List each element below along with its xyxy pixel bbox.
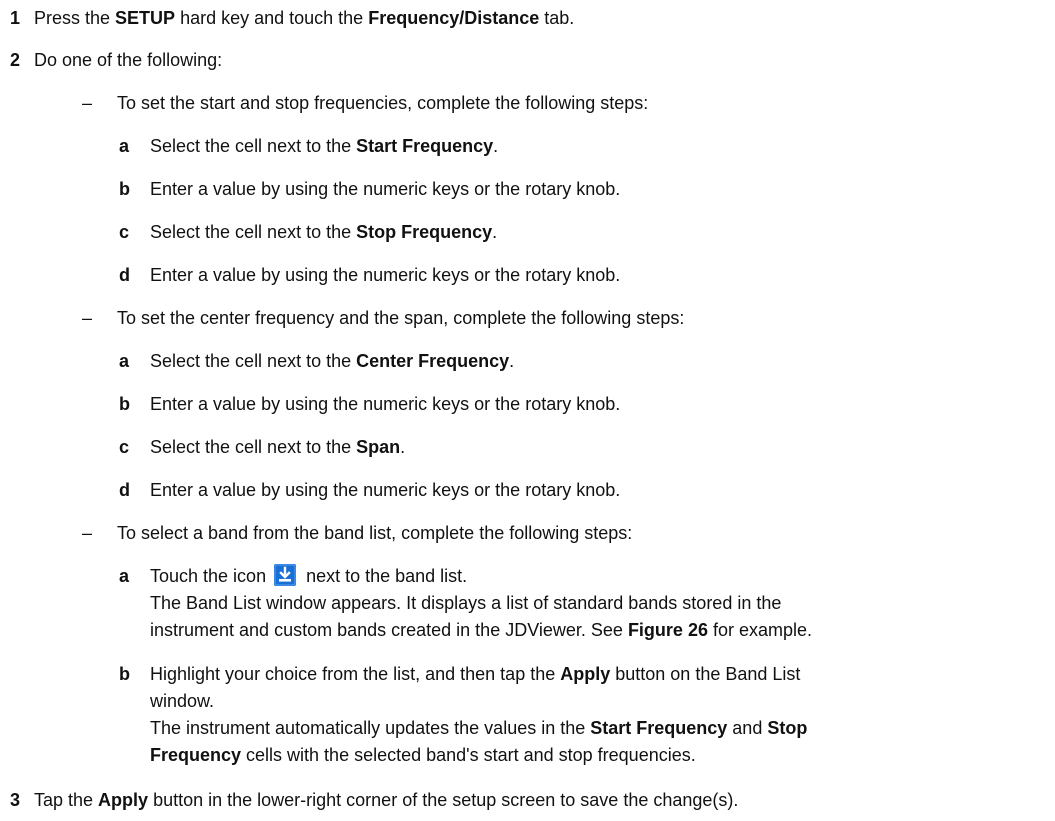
document-page: 1 Press the SETUP hard key and touch the… xyxy=(10,8,813,810)
step-number: 3 xyxy=(10,790,21,810)
dash-bullet: – xyxy=(82,308,93,328)
option-intro: To set the start and stop frequencies, c… xyxy=(117,93,649,113)
dash-bullet: – xyxy=(82,93,93,113)
option-intro: To set the center frequency and the span… xyxy=(117,308,685,328)
step-number: 2 xyxy=(10,50,21,70)
dash-bullet: – xyxy=(82,523,93,543)
step-text: Do one of the following: xyxy=(34,50,223,70)
step-text: Press the SETUP hard key and touch the F… xyxy=(34,8,575,28)
option-intro: To select a band from the band list, com… xyxy=(117,523,633,543)
download-icon[interactable] xyxy=(274,564,297,586)
step-text: Tap the Apply button in the lower-right … xyxy=(34,790,739,810)
step-number: 1 xyxy=(10,8,21,28)
